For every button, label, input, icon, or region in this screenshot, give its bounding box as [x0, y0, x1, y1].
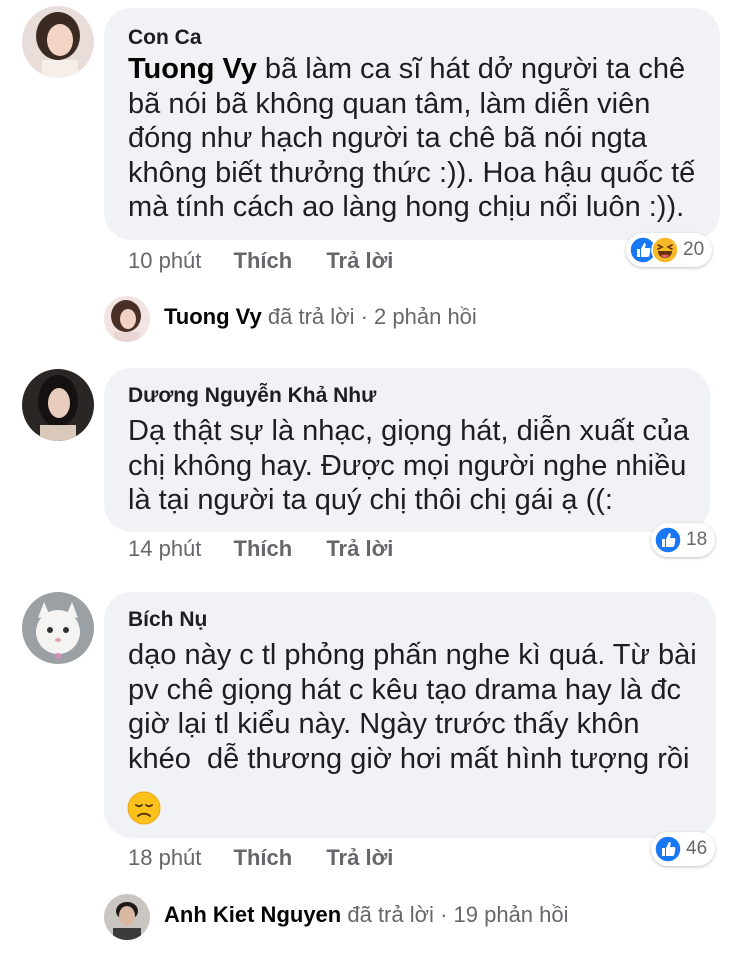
- reply-link[interactable]: Trả lời: [326, 536, 393, 561]
- comment-meta: 14 phút Thích Trả lời: [128, 536, 393, 562]
- comment-body: dạo này c tl phỏng phấn nghe kì quá. Từ …: [128, 639, 697, 775]
- reaction-count: 20: [683, 239, 705, 260]
- reply-author: Anh Kiet Nguyen: [164, 902, 342, 927]
- reaction-summary[interactable]: 20: [626, 233, 713, 267]
- comment-3: Bích Nụ dạo này c tl phỏng phấn nghe kì …: [0, 584, 744, 884]
- avatar[interactable]: [22, 6, 94, 78]
- avatar[interactable]: [22, 592, 94, 664]
- reply-summary-text[interactable]: Tuong Vy đã trả lời · 2 phản hồi: [164, 304, 477, 330]
- like-link[interactable]: Thích: [234, 248, 293, 273]
- reaction-summary[interactable]: 18: [651, 523, 716, 557]
- avatar[interactable]: [22, 369, 94, 441]
- comment-author[interactable]: Bích Nụ: [128, 608, 207, 632]
- reply-link[interactable]: Trả lời: [326, 248, 393, 273]
- reply-summary[interactable]: Tuong Vy đã trả lời · 2 phản hồi: [104, 296, 524, 342]
- reply-link[interactable]: Trả lời: [326, 845, 393, 870]
- comment-2: Dương Nguyễn Khả Như Dạ thật sự là nhạc,…: [0, 360, 744, 580]
- reaction-summary[interactable]: 46: [651, 832, 716, 866]
- comment-meta: 18 phút Thích Trả lời: [128, 845, 393, 871]
- like-icon: [654, 835, 682, 863]
- like-link[interactable]: Thích: [234, 536, 293, 561]
- reaction-count: 18: [686, 529, 708, 550]
- reply-summary[interactable]: Anh Kiet Nguyen đã trả lời · 19 phản hồi: [104, 894, 624, 940]
- reaction-count: 46: [686, 838, 708, 859]
- comment-author[interactable]: Con Ca: [128, 26, 202, 50]
- comment-body: Tuong Vy bã làm ca sĩ hát dở người ta ch…: [128, 53, 696, 223]
- comment-body: Dạ thật sự là nhạc, giọng hát, diễn xuất…: [128, 415, 690, 516]
- disappointed-face-icon: [127, 791, 161, 825]
- avatar: [104, 296, 150, 342]
- like-link[interactable]: Thích: [234, 845, 293, 870]
- like-icon: [654, 526, 682, 554]
- avatar: [104, 894, 150, 940]
- haha-icon: [651, 236, 679, 264]
- timestamp[interactable]: 10 phút: [128, 248, 201, 273]
- reply-author: Tuong Vy: [164, 304, 262, 329]
- comment-1: Con Ca Tuong Vy bã làm ca sĩ hát dở ngườ…: [0, 0, 744, 290]
- timestamp[interactable]: 18 phút: [128, 845, 201, 870]
- timestamp[interactable]: 14 phút: [128, 536, 201, 561]
- comment-author[interactable]: Dương Nguyễn Khả Như: [128, 384, 376, 408]
- mention-tag[interactable]: Tuong Vy: [128, 53, 257, 85]
- reply-summary-text[interactable]: Anh Kiet Nguyen đã trả lời · 19 phản hồi: [164, 902, 569, 928]
- comment-meta: 10 phút Thích Trả lời: [128, 248, 393, 274]
